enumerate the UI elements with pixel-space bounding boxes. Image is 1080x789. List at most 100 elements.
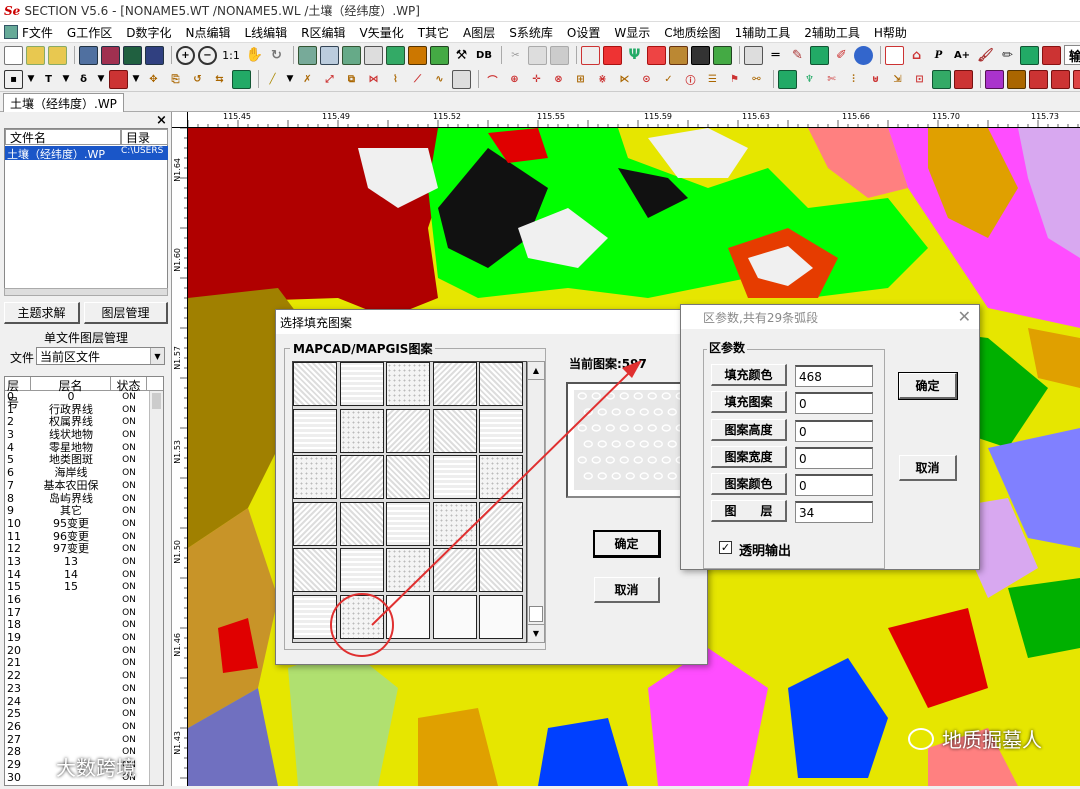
close-icon[interactable]: ✕ bbox=[958, 307, 971, 326]
grid-icon[interactable] bbox=[298, 45, 317, 65]
print-icon[interactable] bbox=[364, 45, 383, 65]
region-icon[interactable] bbox=[581, 45, 600, 65]
node-join-icon[interactable]: ⋇ bbox=[593, 70, 612, 89]
pattern-cell[interactable] bbox=[479, 455, 523, 499]
cut-line-icon[interactable]: ⌇ bbox=[386, 70, 405, 89]
scrollbar-thumb[interactable] bbox=[152, 393, 161, 409]
move-icon[interactable]: ✥ bbox=[144, 70, 163, 89]
scrollbar-h[interactable] bbox=[4, 288, 168, 296]
layer-row[interactable]: 24 ON bbox=[5, 695, 163, 709]
line-params-icon[interactable] bbox=[452, 69, 471, 89]
save-line-icon[interactable] bbox=[123, 45, 142, 65]
mirror-icon[interactable]: ⇆ bbox=[210, 70, 229, 89]
region-fill-icon[interactable] bbox=[647, 45, 666, 65]
pattern-cell[interactable] bbox=[386, 501, 430, 546]
text-tool-button[interactable]: T bbox=[39, 70, 58, 89]
dropdown-arrow-icon[interactable]: ▼ bbox=[285, 70, 295, 89]
fill-pattern-button[interactable]: 填充图案 bbox=[711, 391, 787, 413]
region-merge-icon[interactable]: ⊍ bbox=[866, 70, 885, 89]
menu-line-edit[interactable]: L线编辑 bbox=[244, 24, 287, 41]
join-line-icon[interactable]: ⋈ bbox=[364, 70, 383, 89]
pattern-cell[interactable] bbox=[293, 455, 337, 499]
pattern-c-icon[interactable] bbox=[1029, 69, 1048, 89]
layer-row[interactable]: 8 岛屿界线 ON bbox=[5, 492, 163, 506]
link-icon[interactable] bbox=[713, 45, 732, 65]
paste-icon[interactable] bbox=[550, 45, 569, 65]
region-tree-icon[interactable]: ♆ bbox=[800, 70, 819, 89]
brush-icon[interactable]: 🖌 bbox=[976, 46, 995, 65]
pattern-cell[interactable] bbox=[479, 362, 523, 406]
pattern-cell[interactable] bbox=[386, 408, 430, 453]
point-icon[interactable] bbox=[885, 45, 904, 65]
menu-system-lib[interactable]: S系统库 bbox=[509, 24, 553, 41]
pattern-scrollbar[interactable]: ▲ ▼ bbox=[527, 361, 545, 643]
arc-icon[interactable]: ⌒ bbox=[483, 70, 502, 89]
region-split-icon[interactable]: ⫶ bbox=[844, 70, 863, 89]
refresh-icon[interactable]: ↻ bbox=[267, 46, 286, 65]
pattern-color-button[interactable]: 图案颜色 bbox=[711, 473, 787, 495]
stamp-icon[interactable] bbox=[691, 45, 710, 65]
scroll-down-icon[interactable]: ▼ bbox=[528, 624, 544, 642]
move-line-icon[interactable]: ⤢ bbox=[320, 70, 339, 89]
dropdown-arrow-icon[interactable]: ▼ bbox=[96, 70, 106, 89]
fill-color-field[interactable]: 468 bbox=[795, 365, 873, 387]
color-swatch-icon[interactable] bbox=[1020, 45, 1039, 65]
pattern-cell[interactable] bbox=[339, 501, 384, 546]
layer-state-header[interactable]: 状态 bbox=[111, 377, 147, 393]
params-cancel-button[interactable]: 取消 bbox=[899, 455, 957, 481]
params-icon[interactable] bbox=[232, 69, 251, 89]
window-icon[interactable] bbox=[320, 45, 339, 65]
transparent-checkbox[interactable]: ✓ bbox=[719, 541, 732, 554]
node-icon[interactable]: ⊕ bbox=[505, 70, 524, 89]
pattern-cell[interactable] bbox=[386, 594, 430, 639]
point-mode-icon[interactable]: ▪ bbox=[4, 69, 23, 89]
layer-row[interactable]: 6 海岸线 ON bbox=[5, 466, 163, 480]
scroll-up-icon[interactable]: ▲ bbox=[528, 362, 544, 380]
region-create-icon[interactable] bbox=[778, 69, 797, 89]
region-params-icon[interactable] bbox=[954, 69, 973, 89]
copy-line-icon[interactable]: ⧉ bbox=[342, 70, 361, 89]
database-button[interactable]: DB bbox=[474, 46, 494, 65]
pattern-grid[interactable] bbox=[292, 361, 527, 643]
pattern-b-icon[interactable] bbox=[1007, 69, 1026, 89]
zoom-ratio-button[interactable]: 1:1 bbox=[220, 46, 242, 65]
pattern-cell[interactable] bbox=[293, 594, 337, 639]
fill-color-button[interactable]: 填充颜色 bbox=[711, 364, 787, 386]
pattern-cell[interactable] bbox=[432, 362, 477, 406]
menu-layer[interactable]: A图层 bbox=[463, 24, 495, 41]
menu-settings[interactable]: O设置 bbox=[567, 24, 600, 41]
layer-row[interactable]: 22 ON bbox=[5, 669, 163, 683]
shape-icon[interactable]: ⌂ bbox=[907, 46, 926, 65]
layer-row[interactable]: 10 95变更 ON bbox=[5, 517, 163, 531]
p-button[interactable]: P bbox=[929, 46, 948, 65]
node-delete-icon[interactable]: ⊗ bbox=[549, 70, 568, 89]
layer-row[interactable]: 17 ON bbox=[5, 606, 163, 620]
node-move-icon[interactable]: ✛ bbox=[527, 70, 546, 89]
pattern-cell[interactable] bbox=[293, 362, 337, 406]
fill-pattern-field[interactable]: 0 bbox=[795, 392, 873, 414]
pen-icon[interactable]: ✎ bbox=[788, 46, 807, 65]
color-icon[interactable] bbox=[408, 45, 427, 65]
smooth-line-icon[interactable]: ∿ bbox=[430, 70, 449, 89]
open-folder-icon[interactable] bbox=[48, 45, 67, 65]
document-tab[interactable]: 土壤（经纬度）.WP bbox=[3, 93, 124, 112]
node-add-icon[interactable]: ⊞ bbox=[571, 70, 590, 89]
dropdown-arrow-icon[interactable]: ▼ bbox=[131, 70, 141, 89]
region-move-icon[interactable]: ⇲ bbox=[888, 70, 907, 89]
node-tag-icon[interactable]: ⚑ bbox=[725, 70, 744, 89]
layer-button[interactable]: 图 层 bbox=[711, 500, 787, 522]
pattern-cell[interactable] bbox=[479, 501, 523, 546]
theme-solve-button[interactable]: 主题求解 bbox=[4, 302, 80, 324]
delta-tool-button[interactable]: δ bbox=[74, 70, 93, 89]
menu-other[interactable]: T其它 bbox=[418, 24, 449, 41]
menu-aux-tools-1[interactable]: 1辅助工具 bbox=[735, 24, 791, 41]
pattern-cell[interactable] bbox=[339, 455, 384, 499]
delete-line-icon[interactable]: ✗ bbox=[298, 70, 317, 89]
file-row[interactable]: 土壤（经纬度）.WP C:\USERS bbox=[5, 146, 168, 161]
search-input[interactable]: 输入搜索内容, bbox=[1064, 45, 1080, 65]
ruler-icon[interactable] bbox=[1042, 45, 1061, 65]
layer-row[interactable]: 13 13 ON bbox=[5, 555, 163, 569]
hammer-icon[interactable]: ⚒ bbox=[452, 46, 471, 65]
fill-color-icon[interactable] bbox=[109, 69, 128, 89]
file-name-header[interactable]: 文件名 bbox=[5, 129, 121, 145]
